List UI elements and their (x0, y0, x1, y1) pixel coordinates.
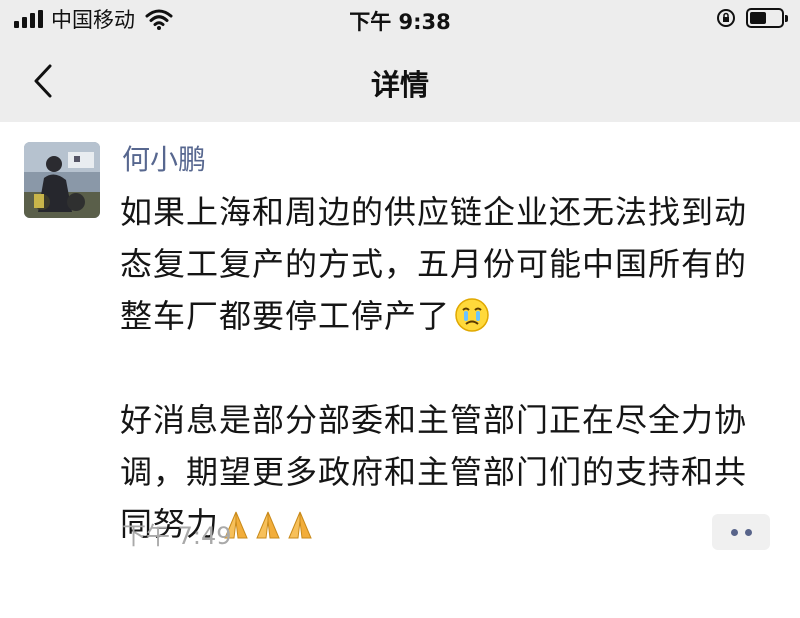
post-timestamp: 下午 7:49 (122, 522, 232, 550)
pray-emoji-icon (288, 511, 312, 539)
message-paragraph-1: 如果上海和周边的供应链企业还无法找到动态复工复产的方式，五月份可能中国所有的整车… (120, 186, 770, 342)
post-detail: 何小鹏 如果上海和周边的供应链企业还无法找到动态复工复产的方式，五月份可能中国所… (0, 122, 800, 618)
rotation-lock-icon (717, 9, 735, 27)
avatar-image (24, 142, 100, 218)
author-name[interactable]: 何小鹏 (122, 138, 206, 178)
status-bar: 中国移动 下午 9:38 (0, 0, 800, 40)
avatar[interactable] (24, 142, 100, 218)
dot (744, 528, 752, 536)
more-dots-icon[interactable] (712, 514, 770, 550)
status-time: 下午 9:38 (349, 10, 451, 34)
pray-emoji-icon (256, 511, 280, 539)
nav-bar: 详情 (0, 40, 800, 122)
dot (730, 528, 738, 536)
battery-icon (746, 8, 788, 28)
crying-face-emoji-icon (455, 298, 489, 332)
page-title: 详情 (370, 68, 429, 102)
message-body: 如果上海和周边的供应链企业还无法找到动态复工复产的方式，五月份可能中国所有的整车… (120, 186, 770, 550)
message-paragraph-1-text: 如果上海和周边的供应链企业还无法找到动态复工复产的方式，五月份可能中国所有的整车… (120, 193, 748, 335)
status-right (716, 8, 788, 28)
